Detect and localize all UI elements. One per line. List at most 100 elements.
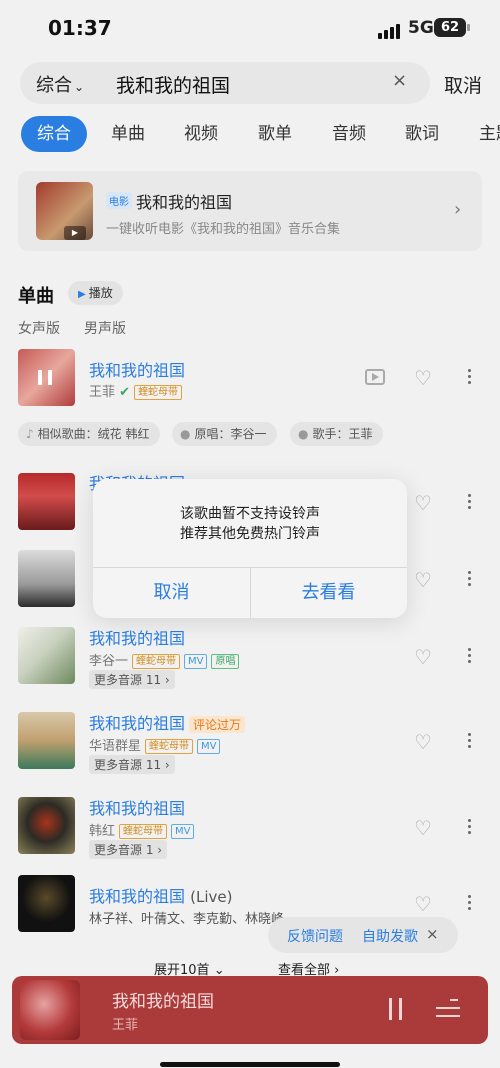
- close-icon[interactable]: ×: [426, 925, 439, 943]
- movie-banner[interactable]: ▶ 电影 我和我的祖国 一键收听电影《我和我的祖国》音乐合集 ›: [18, 171, 482, 251]
- status-time: 01:37: [48, 16, 112, 40]
- more-sources-button[interactable]: 更多音源 11 ›: [89, 670, 175, 689]
- quality-badge: 蝰蛇母带: [132, 654, 181, 669]
- movie-tag: 电影: [106, 192, 132, 209]
- chevron-right-icon: ›: [454, 199, 462, 220]
- banner-title: 我和我的祖国: [136, 193, 233, 212]
- song-title[interactable]: 我和我的祖国: [89, 357, 185, 381]
- pause-icon[interactable]: [389, 998, 403, 1020]
- more-sources-label: 更多音源 11: [94, 673, 162, 687]
- mini-player[interactable]: 我和我的祖国 王菲: [12, 976, 488, 1044]
- song-cover[interactable]: [18, 797, 75, 854]
- heart-icon[interactable]: ♡: [414, 645, 432, 669]
- network-type: 5G: [408, 18, 434, 38]
- chip-singer-label: 歌手：王菲: [312, 427, 373, 441]
- status-bar: 01:37 5G 62: [0, 0, 500, 58]
- more-icon[interactable]: [466, 491, 472, 512]
- signal-icon: [378, 20, 402, 39]
- heart-icon[interactable]: ♡: [414, 730, 432, 754]
- pause-icon-bar: [48, 370, 52, 385]
- pause-icon: [38, 370, 42, 385]
- filter-female[interactable]: 女声版: [18, 318, 60, 338]
- song-cover[interactable]: [18, 712, 75, 769]
- chip-original-label: 原唱：李谷一: [194, 427, 267, 441]
- song-title[interactable]: 我和我的祖国: [89, 795, 185, 819]
- more-sources-button[interactable]: 更多音源 1 ›: [89, 840, 168, 859]
- dialog-cancel-button[interactable]: 取消: [93, 567, 250, 618]
- request-song-button[interactable]: 自助发歌: [362, 926, 418, 946]
- song-title-text: 我和我的祖国: [89, 714, 186, 733]
- player-artist: 王菲: [112, 1018, 139, 1033]
- song-title-text: 我和我的祖国: [89, 887, 186, 906]
- player-cover: [20, 980, 80, 1040]
- heart-icon[interactable]: ♡: [414, 816, 432, 840]
- tab-playlists[interactable]: 歌单: [258, 116, 292, 152]
- playlist-icon[interactable]: [436, 996, 460, 1020]
- report-issue-button[interactable]: 反馈问题: [287, 926, 343, 946]
- banner-subtitle: 一键收听电影《我和我的祖国》音乐合集: [106, 222, 341, 237]
- mv-badge: MV: [171, 824, 195, 839]
- search-bar[interactable]: 综合 ⌄ 我和我的祖国 ×: [20, 62, 430, 104]
- quality-badge: 蝰蛇母带: [145, 739, 194, 754]
- dialog-line-1: 该歌曲暂不支持设铃声: [180, 506, 320, 522]
- tab-audio[interactable]: 音频: [332, 116, 366, 152]
- mv-badge: MV: [184, 654, 208, 669]
- song-cover[interactable]: [18, 349, 75, 406]
- chevron-down-icon: ⌄: [74, 80, 85, 94]
- chip-original[interactable]: ● 原唱：李谷一: [172, 422, 277, 446]
- clear-icon[interactable]: ×: [392, 70, 407, 91]
- heart-icon[interactable]: ♡: [414, 491, 432, 515]
- more-icon[interactable]: [466, 892, 472, 913]
- song-title[interactable]: 我和我的祖国: [89, 625, 185, 649]
- hot-comment-badge: 评论过万: [189, 716, 246, 733]
- filter-male[interactable]: 男声版: [84, 318, 126, 338]
- person-icon: ●: [180, 427, 191, 441]
- tab-lyrics[interactable]: 歌词: [405, 116, 439, 152]
- tab-theme[interactable]: 主题: [479, 116, 500, 152]
- play-icon: ▶: [64, 226, 86, 240]
- heart-icon[interactable]: ♡: [414, 568, 432, 592]
- song-title[interactable]: 我和我的祖国 (Live): [89, 883, 232, 907]
- chip-similar[interactable]: ♪ 相似歌曲：绒花 韩红: [18, 422, 160, 446]
- tab-videos[interactable]: 视频: [184, 116, 218, 152]
- song-artist: 王菲: [89, 385, 116, 400]
- more-icon[interactable]: [466, 816, 472, 837]
- song-artist: 李谷一: [89, 654, 129, 669]
- category-tabs: 综合 单曲 视频 歌单 音频 歌词 主题: [0, 116, 500, 156]
- song-cover[interactable]: [18, 473, 75, 530]
- live-label: (Live): [190, 888, 233, 906]
- more-icon[interactable]: [466, 366, 472, 387]
- tab-all[interactable]: 综合: [21, 116, 87, 152]
- more-icon[interactable]: [466, 568, 472, 589]
- verified-icon: ✔: [119, 385, 131, 400]
- song-meta: 李谷一 蝰蛇母带 MV 原唱: [89, 650, 240, 669]
- music-note-icon: ♪: [26, 427, 34, 441]
- song-cover[interactable]: [18, 550, 75, 607]
- dialog-message: 该歌曲暂不支持设铃声 推荐其他免费热门铃声: [93, 504, 407, 544]
- movie-cover: ▶: [36, 182, 93, 240]
- tab-songs[interactable]: 单曲: [111, 116, 145, 152]
- more-sources-button[interactable]: 更多音源 11 ›: [89, 755, 175, 774]
- play-all-button[interactable]: ▶ 播放: [68, 281, 123, 305]
- more-sources-label: 更多音源 11: [94, 758, 162, 772]
- song-artist: 韩红: [89, 824, 116, 839]
- search-input[interactable]: 我和我的祖国: [116, 71, 230, 98]
- home-indicator: [160, 1062, 340, 1067]
- search-scope-dropdown[interactable]: 综合 ⌄: [36, 71, 84, 97]
- song-meta: 华语群星 蝰蛇母带 MV: [89, 735, 221, 754]
- heart-icon[interactable]: ♡: [414, 892, 432, 916]
- song-meta: 韩红 蝰蛇母带 MV: [89, 820, 195, 839]
- cancel-search-button[interactable]: 取消: [444, 71, 482, 98]
- more-icon[interactable]: [466, 645, 472, 666]
- quality-badge: 蝰蛇母带: [134, 385, 183, 400]
- video-icon[interactable]: [365, 369, 385, 385]
- original-badge: 原唱: [211, 654, 240, 669]
- song-title[interactable]: 我和我的祖国 评论过万: [89, 710, 246, 734]
- search-scope-label: 综合: [36, 75, 72, 96]
- song-cover[interactable]: [18, 875, 75, 932]
- chip-singer[interactable]: ● 歌手：王菲: [290, 422, 383, 446]
- song-cover[interactable]: [18, 627, 75, 684]
- dialog-confirm-button[interactable]: 去看看: [250, 567, 407, 618]
- more-icon[interactable]: [466, 730, 472, 751]
- heart-icon[interactable]: ♡: [414, 366, 432, 390]
